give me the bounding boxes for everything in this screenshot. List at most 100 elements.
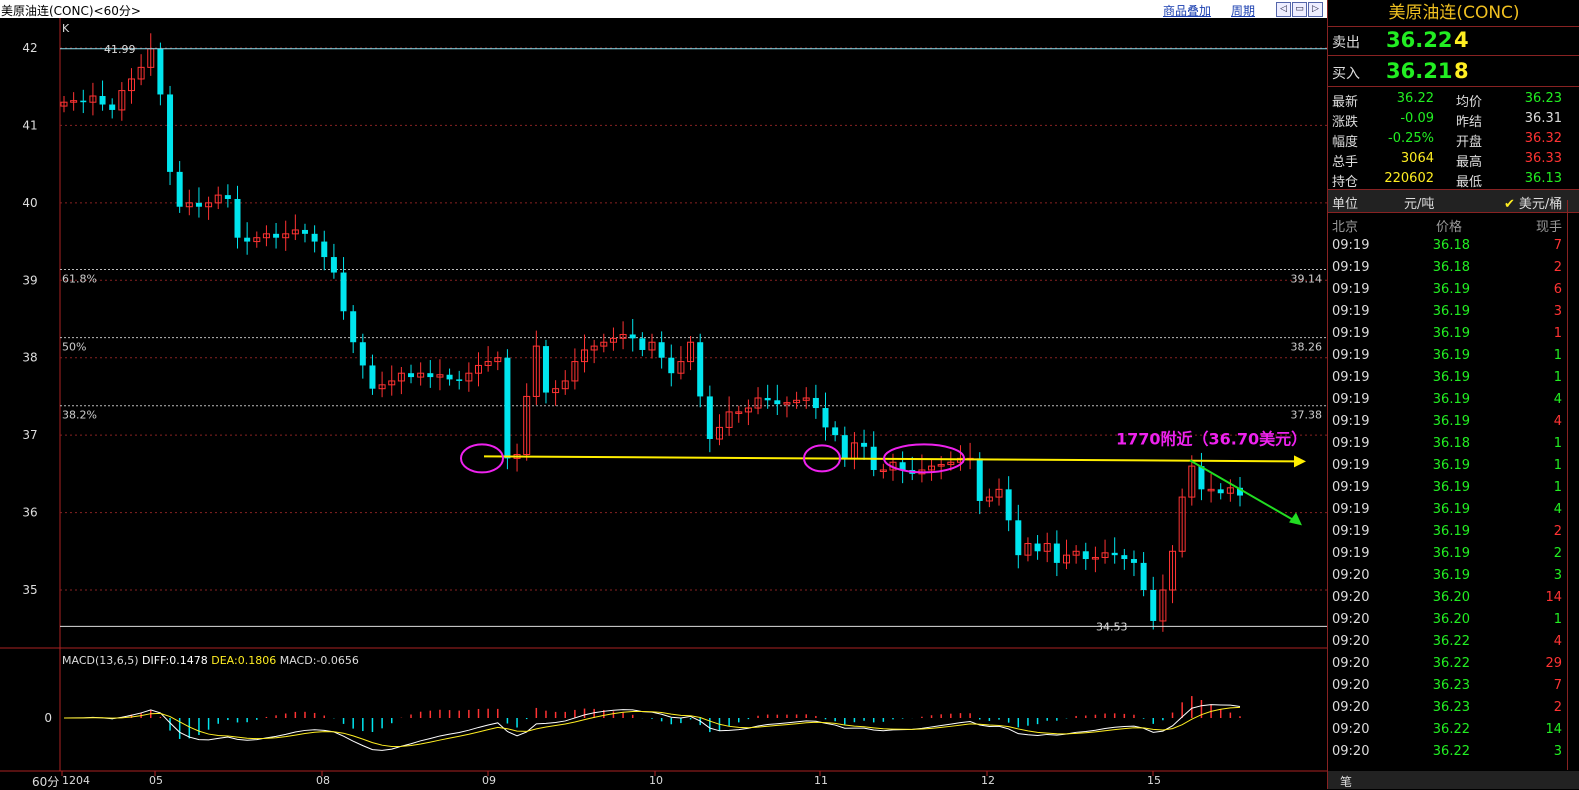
- unit-label: 单位: [1332, 197, 1359, 212]
- x-tick-label: 12: [981, 774, 995, 787]
- tick-volume: 29: [1545, 656, 1562, 671]
- tick-row: 09:19 36.18 7: [1328, 235, 1579, 257]
- tick-row: 09:20 36.22 3: [1328, 741, 1579, 763]
- ask-row[interactable]: 卖出 36.22 4: [1328, 27, 1579, 56]
- bid-row[interactable]: 买入 36.21 8: [1328, 56, 1579, 87]
- candle-body-down: [244, 237, 251, 242]
- unit-option-yuan[interactable]: 元/吨: [1404, 193, 1434, 212]
- candle-body-down: [330, 257, 337, 273]
- tick-price: 36.19: [1432, 524, 1470, 539]
- tick-volume: 1: [1553, 612, 1562, 627]
- tick-price: 36.18: [1432, 238, 1470, 253]
- candle-body-down: [350, 311, 357, 343]
- x-tick-label: 08: [316, 774, 330, 787]
- ticks-list[interactable]: 09:19 36.18 7 09:19 36.18 2 09:19 36.19 6 09:19 36…: [1328, 235, 1579, 763]
- stats-row: 最新 36.22 均价 36.23: [1328, 89, 1579, 110]
- tick-time: 09:20: [1332, 590, 1370, 605]
- tick-row: 09:19 36.18 2: [1328, 257, 1579, 279]
- tick-time: 09:20: [1332, 722, 1370, 737]
- tick-volume: 1: [1553, 326, 1562, 341]
- candle-body-down: [658, 342, 665, 358]
- tick-price: 36.22: [1432, 656, 1470, 671]
- nav-forward-icon[interactable]: ▷: [1308, 2, 1323, 17]
- tick-time: 09:19: [1332, 370, 1370, 385]
- y-tick-label: 41: [22, 118, 37, 132]
- candle-body-down: [234, 198, 241, 238]
- overlay-link[interactable]: 商品叠加: [1163, 2, 1211, 19]
- tick-volume: 2: [1553, 546, 1562, 561]
- tick-row: 09:19 36.19 1: [1328, 455, 1579, 477]
- candle-body-down: [311, 233, 318, 242]
- tick-volume: 14: [1545, 590, 1562, 605]
- tick-price: 36.20: [1432, 612, 1470, 627]
- tick-row: 09:19 36.18 1: [1328, 433, 1579, 455]
- candle-body-down: [1005, 489, 1012, 521]
- stats-row: 幅度 -0.25% 开盘 36.32: [1328, 129, 1579, 150]
- tick-price: 36.19: [1432, 480, 1470, 495]
- tick-time: 09:19: [1332, 282, 1370, 297]
- unit-option-usd[interactable]: ✔ 美元/桶: [1504, 193, 1562, 212]
- candle-body-down: [456, 379, 463, 381]
- tick-price: 36.19: [1432, 502, 1470, 517]
- annotation-text: 1770附近（36.70美元）: [1116, 429, 1307, 448]
- candle-body-down: [1121, 555, 1128, 560]
- tick-time: 09:20: [1332, 612, 1370, 627]
- stats-l1: 幅度: [1332, 135, 1359, 150]
- tick-volume: 7: [1553, 238, 1562, 253]
- stats-l2: 最高: [1456, 155, 1483, 170]
- candle-body-down: [176, 171, 183, 207]
- candle-body-down: [1111, 552, 1118, 556]
- tick-time: 09:19: [1332, 326, 1370, 341]
- x-tick-label: 05: [149, 774, 163, 787]
- candle-body-down: [408, 373, 415, 378]
- stats-v2: 36.33: [1524, 151, 1562, 166]
- tick-volume: 6: [1553, 282, 1562, 297]
- nav-back-icon[interactable]: ◁: [1276, 2, 1291, 17]
- tick-volume: 1: [1553, 436, 1562, 451]
- quote-panel: 美原油连(CONC) 卖出 36.22 4 买入 36.21 8 最新 36.22…: [1327, 0, 1579, 789]
- fib-value-label: 37.38: [1291, 409, 1323, 422]
- tick-volume: 4: [1553, 414, 1562, 429]
- tick-price: 36.20: [1432, 590, 1470, 605]
- candle-body-down: [812, 397, 819, 409]
- title-bar: 美原油连(CONC)<60分> 商品叠加 周期 ◁ ▭ ▷: [0, 0, 1327, 18]
- tick-row: 09:20 36.19 3: [1328, 565, 1579, 587]
- period-link[interactable]: 周期: [1231, 2, 1255, 19]
- candle-body-down: [668, 357, 675, 374]
- kline-chart[interactable]: K 42 41 40 39 38 37 36 35 61.8% 39.14 50% 38.26 38.…: [0, 18, 1327, 789]
- ticks-header-price: 价格: [1436, 220, 1463, 235]
- stats-v2: 36.32: [1524, 131, 1562, 146]
- tick-price: 36.19: [1432, 458, 1470, 473]
- tick-volume: 14: [1545, 722, 1562, 737]
- check-icon: ✔: [1504, 197, 1515, 212]
- tick-volume: 7: [1553, 678, 1562, 693]
- stats-l1: 最新: [1332, 95, 1359, 110]
- tick-row: 09:20 36.22 4: [1328, 631, 1579, 653]
- stats-l2: 昨结: [1456, 115, 1483, 130]
- nav-restore-icon[interactable]: ▭: [1292, 2, 1307, 17]
- tick-volume: 1: [1553, 480, 1562, 495]
- tick-row: 09:20 36.20 14: [1328, 587, 1579, 609]
- tick-price: 36.22: [1432, 634, 1470, 649]
- tick-row: 09:20 36.22 29: [1328, 653, 1579, 675]
- tick-time: 09:20: [1332, 700, 1370, 715]
- stats-v1: 36.22: [1396, 91, 1434, 106]
- stats-v2: 36.31: [1524, 111, 1562, 126]
- tick-volume: 4: [1553, 502, 1562, 517]
- bottom-tab[interactable]: 笔: [1328, 771, 1579, 789]
- tick-price: 36.22: [1432, 722, 1470, 737]
- ticks-header: 北京 价格 现手: [1328, 213, 1579, 235]
- y-tick-label: 35: [22, 583, 37, 597]
- candle-body-down: [167, 94, 174, 172]
- macd-header-part: DIFF:0.1478: [139, 654, 208, 667]
- ticks-header-time: 北京: [1332, 220, 1359, 235]
- stats-l2: 均价: [1456, 95, 1483, 110]
- tick-time: 09:20: [1332, 634, 1370, 649]
- x-tick-label: 09: [482, 774, 496, 787]
- ticks-scrollbar[interactable]: [1567, 200, 1579, 770]
- tick-time: 09:19: [1332, 392, 1370, 407]
- tick-price: 36.19: [1432, 326, 1470, 341]
- fib-label: 38.2%: [62, 409, 97, 422]
- tick-price: 36.22: [1432, 744, 1470, 759]
- tick-row: 09:20 36.23 2: [1328, 697, 1579, 719]
